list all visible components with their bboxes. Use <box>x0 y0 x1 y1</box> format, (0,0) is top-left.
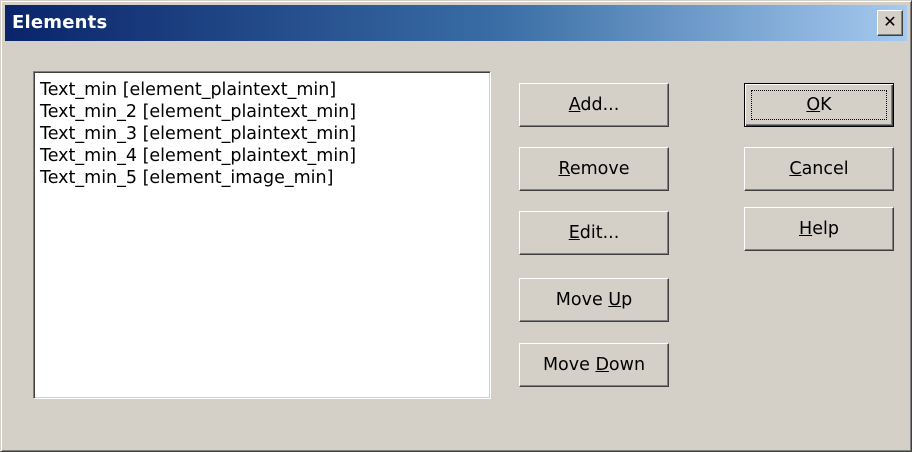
add-button[interactable]: Add... <box>519 83 669 127</box>
cancel-button[interactable]: Cancel <box>744 147 894 191</box>
ok-button-mnemonic: O <box>806 95 821 115</box>
elements-list[interactable]: Text_min [element_plaintext_min] Text_mi… <box>33 71 491 399</box>
list-item[interactable]: Text_min [element_plaintext_min] <box>40 79 484 101</box>
move-down-button-label: own <box>608 355 646 375</box>
edit-button-label: dit... <box>579 223 620 243</box>
add-button-label: dd... <box>580 95 620 115</box>
close-button[interactable]: ✕ <box>877 10 903 36</box>
elements-dialog: Elements ✕ Text_min [element_plaintext_m… <box>0 0 912 452</box>
move-up-button-label: p <box>621 290 633 310</box>
list-item[interactable]: Text_min_2 [element_plaintext_min] <box>40 101 484 123</box>
help-button-label: elp <box>812 219 839 239</box>
cancel-button-label: ancel <box>801 159 849 179</box>
edit-button[interactable]: Edit... <box>519 211 669 255</box>
help-button[interactable]: Help <box>744 207 894 251</box>
title-bar[interactable]: Elements ✕ <box>5 5 907 41</box>
list-item[interactable]: Text_min_4 [element_plaintext_min] <box>40 145 484 167</box>
remove-button-mnemonic: R <box>558 159 570 179</box>
help-button-mnemonic: H <box>799 219 813 239</box>
close-icon: ✕ <box>883 12 897 31</box>
list-item[interactable]: Text_min_3 [element_plaintext_min] <box>40 123 484 145</box>
list-item[interactable]: Text_min_5 [element_image_min] <box>40 167 484 189</box>
move-up-button-prefix: Move <box>555 290 609 310</box>
cancel-button-mnemonic: C <box>789 159 802 179</box>
edit-button-mnemonic: E <box>568 223 580 243</box>
remove-button[interactable]: Remove <box>519 147 669 191</box>
dialog-title: Elements <box>12 12 108 33</box>
add-button-mnemonic: A <box>568 95 581 115</box>
remove-button-label: emove <box>569 159 630 179</box>
ok-button[interactable]: OK <box>744 83 894 127</box>
move-up-button[interactable]: Move Up <box>519 278 669 322</box>
move-down-button-mnemonic: D <box>595 355 609 375</box>
ok-button-label: K <box>820 95 832 115</box>
move-down-button[interactable]: Move Down <box>519 343 669 387</box>
move-down-button-prefix: Move <box>542 355 596 375</box>
move-up-button-mnemonic: U <box>608 290 622 310</box>
